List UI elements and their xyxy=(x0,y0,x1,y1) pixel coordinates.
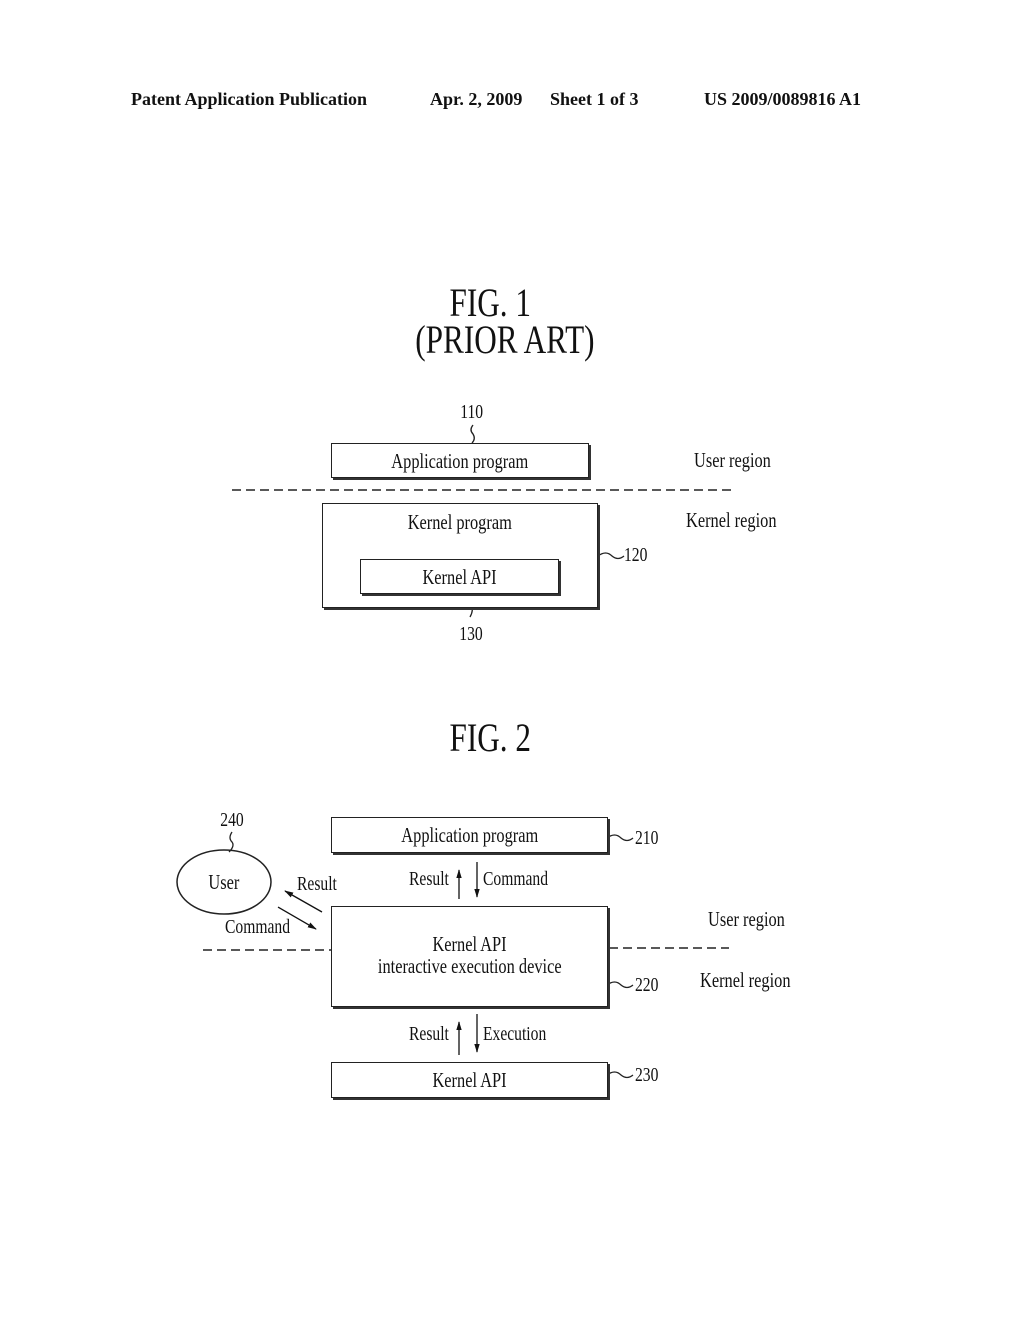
leader-110 xyxy=(470,424,475,444)
fig1-application-program-box: Application program xyxy=(331,443,589,478)
ref-110: 110 xyxy=(460,401,484,423)
ref-240: 240 xyxy=(220,809,244,831)
fig1-kernel-region-label: Kernel region xyxy=(686,508,777,532)
ref-230: 230 xyxy=(635,1064,659,1086)
user-result-label: Result xyxy=(297,873,337,895)
fig2-kernel-api-box: Kernel API xyxy=(331,1062,608,1098)
user-label: User xyxy=(208,870,240,894)
fig1-user-region-label: User region xyxy=(694,448,771,472)
user-command-label: Command xyxy=(225,916,291,938)
leader-210 xyxy=(606,834,634,842)
api-result-label: Result xyxy=(409,1023,449,1045)
leader-240 xyxy=(228,831,234,853)
fig1-application-program-label: Application program xyxy=(391,449,529,473)
fig2-kernel-api-label: Kernel API xyxy=(432,1068,507,1092)
fig2-title: FIG. 2 xyxy=(449,715,531,760)
device-label-line2: interactive execution device xyxy=(377,954,562,978)
app-command-label: Command xyxy=(483,868,549,890)
fig1-kernel-api-box: Kernel API xyxy=(360,559,559,594)
fig2-interactive-execution-device-box: Kernel API interactive execution device xyxy=(331,906,608,1007)
ref-130: 130 xyxy=(459,623,483,645)
api-execution-label: Execution xyxy=(483,1023,547,1045)
fig2-application-program-label: Application program xyxy=(401,823,538,847)
fig2-user-region-label: User region xyxy=(708,907,785,931)
fig1-kernel-program-label: Kernel program xyxy=(407,510,513,534)
fig1-kernel-program-box: Kernel program Kernel API xyxy=(322,503,598,608)
fig2-application-program-box: Application program xyxy=(331,817,608,853)
diagram-lines xyxy=(176,424,732,1079)
ref-220: 220 xyxy=(635,974,659,996)
fig2-kernel-region-label: Kernel region xyxy=(700,968,791,992)
app-result-label: Result xyxy=(409,868,449,890)
fig1-kernel-api-label: Kernel API xyxy=(422,565,497,589)
ref-210: 210 xyxy=(635,827,659,849)
ref-120: 120 xyxy=(624,544,648,566)
fig1-subtitle: (PRIOR ART) xyxy=(415,317,595,362)
leader-230 xyxy=(606,1071,634,1079)
leader-120 xyxy=(597,552,625,560)
leader-220 xyxy=(606,981,634,989)
device-label-line1: Kernel API xyxy=(432,932,507,956)
